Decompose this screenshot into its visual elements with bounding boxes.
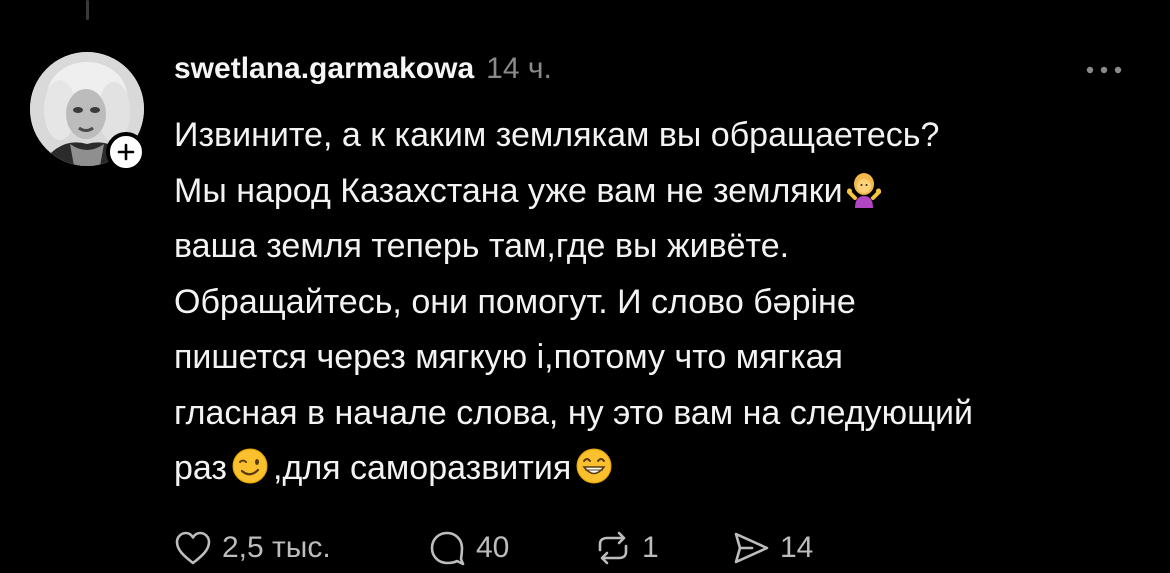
person-shrugging-emoji xyxy=(846,170,881,226)
share-icon xyxy=(734,532,769,564)
post-text-line: раз ,для саморазвития xyxy=(174,441,1149,497)
plus-icon xyxy=(117,143,135,161)
post-text-line: ваша земля теперь там,где вы живёте. xyxy=(174,227,790,265)
timestamp[interactable]: 14 ч. xyxy=(486,52,552,86)
follow-button[interactable] xyxy=(106,132,146,172)
grinning-face-emoji xyxy=(575,447,613,503)
post-text-line: гласная в начале слова, ну это вам на сл… xyxy=(174,393,974,432)
more-options-button[interactable] xyxy=(1082,58,1126,82)
post-text-line: Мы народ Казахстана уже вам не земляки xyxy=(174,164,1149,220)
thread-connector-line xyxy=(86,0,89,20)
username[interactable]: swetlana.garmakowa xyxy=(174,52,474,86)
post-text-line: Извините, а к каким землякам вы обращает… xyxy=(174,116,940,154)
comment-icon xyxy=(430,531,465,566)
heart-icon xyxy=(175,531,211,565)
post-text-line: Обращайтесь, они помогут. И слово бәріне xyxy=(174,282,856,321)
post-body: Извините, а к каким землякам вы обращает… xyxy=(174,108,1149,497)
winking-face-emoji xyxy=(231,447,269,503)
action-bar: 2,5 тыс. 40 1 14 xyxy=(174,526,852,570)
like-button[interactable]: 2,5 тыс. xyxy=(174,526,428,570)
share-count: 14 xyxy=(780,531,814,564)
reply-button[interactable]: 40 xyxy=(428,526,594,570)
repost-button[interactable]: 1 xyxy=(594,526,732,570)
share-button[interactable]: 14 xyxy=(732,526,852,570)
repost-count: 1 xyxy=(642,531,659,564)
repost-icon xyxy=(598,531,628,565)
post-header: swetlana.garmakowa 14 ч. xyxy=(174,52,552,92)
post-text-line: пишется через мягкую і,потому что мягкая xyxy=(174,338,843,376)
reply-count: 40 xyxy=(476,531,510,564)
more-dots-icon xyxy=(1086,66,1122,74)
like-count: 2,5 тыс. xyxy=(222,531,331,564)
avatar-container[interactable] xyxy=(30,52,148,172)
